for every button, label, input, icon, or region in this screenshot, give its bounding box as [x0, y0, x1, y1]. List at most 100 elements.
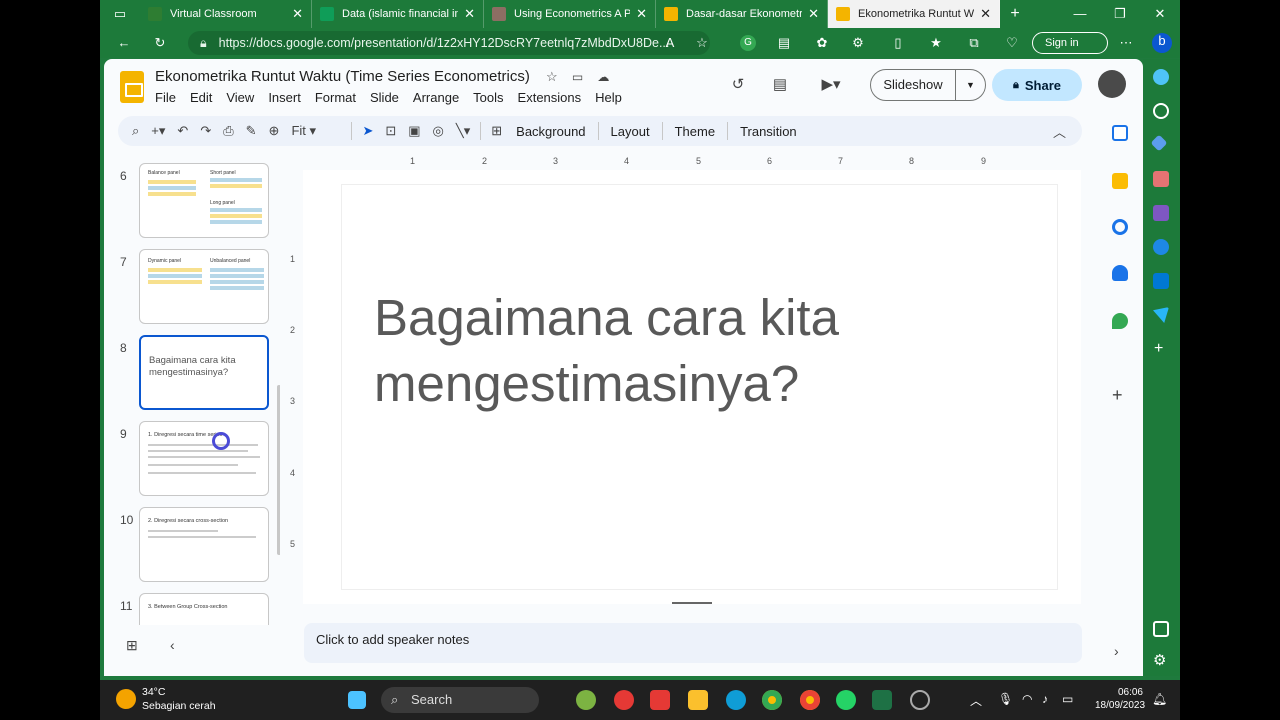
comments-icon[interactable]: ▤	[770, 75, 790, 95]
menu-edit[interactable]: Edit	[190, 90, 212, 105]
slides-logo-icon[interactable]	[120, 71, 144, 103]
notification-icon[interactable]: 🔔︎	[1152, 692, 1167, 706]
filmstrip-scrollbar[interactable]	[277, 385, 280, 555]
chevron-up-icon[interactable]: ︿	[1053, 122, 1066, 141]
comment-add-icon[interactable]: ⊞	[491, 123, 502, 139]
close-window-icon[interactable]: ✕	[1140, 0, 1180, 28]
chrome-alt-icon[interactable]	[800, 690, 820, 710]
opera-icon[interactable]	[614, 690, 634, 710]
copilot-icon[interactable]: b	[1152, 33, 1172, 53]
menu-arrange[interactable]: Arrange	[413, 90, 459, 105]
recorder-icon[interactable]	[910, 690, 930, 710]
shape-icon[interactable]: ◎	[433, 123, 444, 139]
tab-using-econometrics[interactable]: Using Econometrics A Pra ✕	[484, 0, 656, 28]
image-icon[interactable]: ▣	[408, 123, 420, 139]
menu-file[interactable]: File	[155, 90, 176, 105]
search-menus-icon[interactable]: ⌕	[132, 123, 139, 139]
slide-thumbnail-selected[interactable]: Bagaimana cara kita mengestimasinya?	[139, 335, 269, 410]
docs-extension-icon[interactable]: ▤	[776, 35, 792, 51]
star-icon[interactable]: ☆	[546, 69, 558, 84]
minimize-icon[interactable]: —	[1060, 0, 1100, 28]
menu-slide[interactable]: Slide	[370, 90, 399, 105]
volume-icon[interactable]: ♪	[1042, 692, 1048, 706]
collapse-filmstrip-icon[interactable]: ‹	[170, 637, 175, 653]
split-screen-icon[interactable]: ▯	[890, 35, 906, 51]
new-slide-icon[interactable]: +▾	[151, 123, 165, 139]
tab-actions-icon[interactable]: ▭	[100, 0, 140, 28]
slide-title-text[interactable]: Bagaimana cara kita mengestimasinya?	[374, 285, 1014, 417]
hide-sidebar-icon[interactable]	[1153, 621, 1169, 637]
restore-icon[interactable]: ❐	[1100, 0, 1140, 28]
slide-thumbnail[interactable]: 1. Diregresi secara time series	[139, 421, 269, 496]
filmstrip-slide-10[interactable]: 10 2. Diregresi secara cross-section	[114, 507, 274, 583]
microsoft-365-icon[interactable]	[1153, 239, 1169, 255]
microphone-icon[interactable]: 🎙︎	[998, 692, 1013, 706]
calendar-icon[interactable]	[1112, 125, 1128, 141]
filmstrip-slide-6[interactable]: 6 Balance panel Short panel Long panel	[114, 163, 274, 239]
speaker-notes[interactable]: Click to add speaker notes	[304, 623, 1082, 663]
games-icon[interactable]	[1153, 205, 1169, 221]
weather-widget[interactable]: 34°C Sebagian cerah	[142, 685, 216, 713]
add-sidebar-icon[interactable]: +	[1154, 340, 1163, 358]
select-cursor-icon[interactable]: ➤	[362, 123, 373, 139]
read-aloud-icon[interactable]: A	[662, 35, 678, 51]
close-icon[interactable]: ✕	[464, 6, 475, 22]
favorites-icon[interactable]: ★	[928, 35, 944, 51]
filmstrip-slide-11[interactable]: 11 3. Between Group Cross-section	[114, 593, 274, 625]
contacts-icon[interactable]	[1112, 265, 1128, 281]
reload-icon[interactable]: ↻	[152, 35, 168, 51]
tools-briefcase-icon[interactable]	[1153, 171, 1169, 187]
windows-start-icon[interactable]	[348, 691, 366, 709]
notes-resize-handle[interactable]	[672, 602, 712, 604]
close-icon[interactable]: ✕	[292, 6, 303, 22]
whatsapp-icon[interactable]	[836, 690, 856, 710]
close-icon[interactable]: ✕	[980, 6, 991, 22]
close-icon[interactable]: ✕	[636, 6, 647, 22]
move-folder-icon[interactable]: ▭	[572, 70, 583, 84]
close-icon[interactable]: ✕	[808, 6, 819, 22]
avatar[interactable]	[1098, 70, 1126, 98]
tab-ekonometrika-runtut[interactable]: Ekonometrika Runtut Wak ✕	[828, 0, 1000, 28]
file-explorer-icon[interactable]	[688, 690, 708, 710]
undo-icon[interactable]: ↶	[177, 123, 188, 139]
edge-icon[interactable]	[726, 690, 746, 710]
grid-view-icon[interactable]: ⊞	[126, 637, 138, 654]
menu-help[interactable]: Help	[595, 90, 622, 105]
paint-format-icon[interactable]: ✎	[246, 123, 257, 139]
wifi-icon[interactable]: ◠	[1022, 692, 1032, 706]
layout-button[interactable]: Layout	[611, 124, 650, 139]
text-box-icon[interactable]: ⊡	[385, 123, 396, 139]
zoom-select[interactable]: Fit ▾	[291, 123, 341, 139]
line-icon[interactable]: ╲▾	[456, 123, 470, 139]
menu-tools[interactable]: Tools	[473, 90, 503, 105]
meet-camera-icon[interactable]: ▶▾	[816, 75, 846, 95]
back-icon[interactable]: ←	[116, 35, 132, 51]
new-tab-icon[interactable]: +	[1000, 5, 1030, 23]
browser-essentials-icon[interactable]: ♡	[1004, 35, 1020, 51]
menu-insert[interactable]: Insert	[268, 90, 301, 105]
chrome-icon[interactable]	[762, 690, 782, 710]
menu-view[interactable]: View	[226, 90, 254, 105]
zoom-icon[interactable]: ⊕	[269, 123, 280, 139]
add-addon-icon[interactable]: +	[1112, 385, 1123, 406]
slide-thumbnail[interactable]: Dynamic panel Unbalanced panel	[139, 249, 269, 324]
filmstrip-slide-7[interactable]: 7 Dynamic panel Unbalanced panel	[114, 249, 274, 325]
slide-thumbnail[interactable]: 3. Between Group Cross-section	[139, 593, 269, 625]
filmstrip-slide-8[interactable]: 8 Bagaimana cara kita mengestimasinya?	[114, 335, 274, 411]
excel-icon[interactable]	[872, 690, 892, 710]
expand-panel-icon[interactable]: ›	[1114, 643, 1119, 659]
sign-in-button[interactable]: Sign in	[1032, 32, 1108, 54]
youtube-icon[interactable]	[650, 690, 670, 710]
menu-extensions[interactable]: Extensions	[518, 90, 582, 105]
chevron-down-icon[interactable]: ▼	[956, 80, 985, 90]
background-button[interactable]: Background	[516, 124, 585, 139]
grammarly-icon[interactable]: G	[740, 35, 756, 51]
extensions-icon[interactable]: ⚙	[850, 35, 866, 51]
outlook-icon[interactable]	[1153, 273, 1169, 289]
battery-icon[interactable]: ▭	[1062, 692, 1073, 706]
weather-sun-icon[interactable]	[116, 689, 136, 709]
notification-bell-icon[interactable]	[1153, 69, 1169, 85]
transition-button[interactable]: Transition	[740, 124, 797, 139]
tab-virtual-classroom[interactable]: Virtual Classroom ✕	[140, 0, 312, 28]
version-history-icon[interactable]: ↺	[728, 75, 748, 95]
